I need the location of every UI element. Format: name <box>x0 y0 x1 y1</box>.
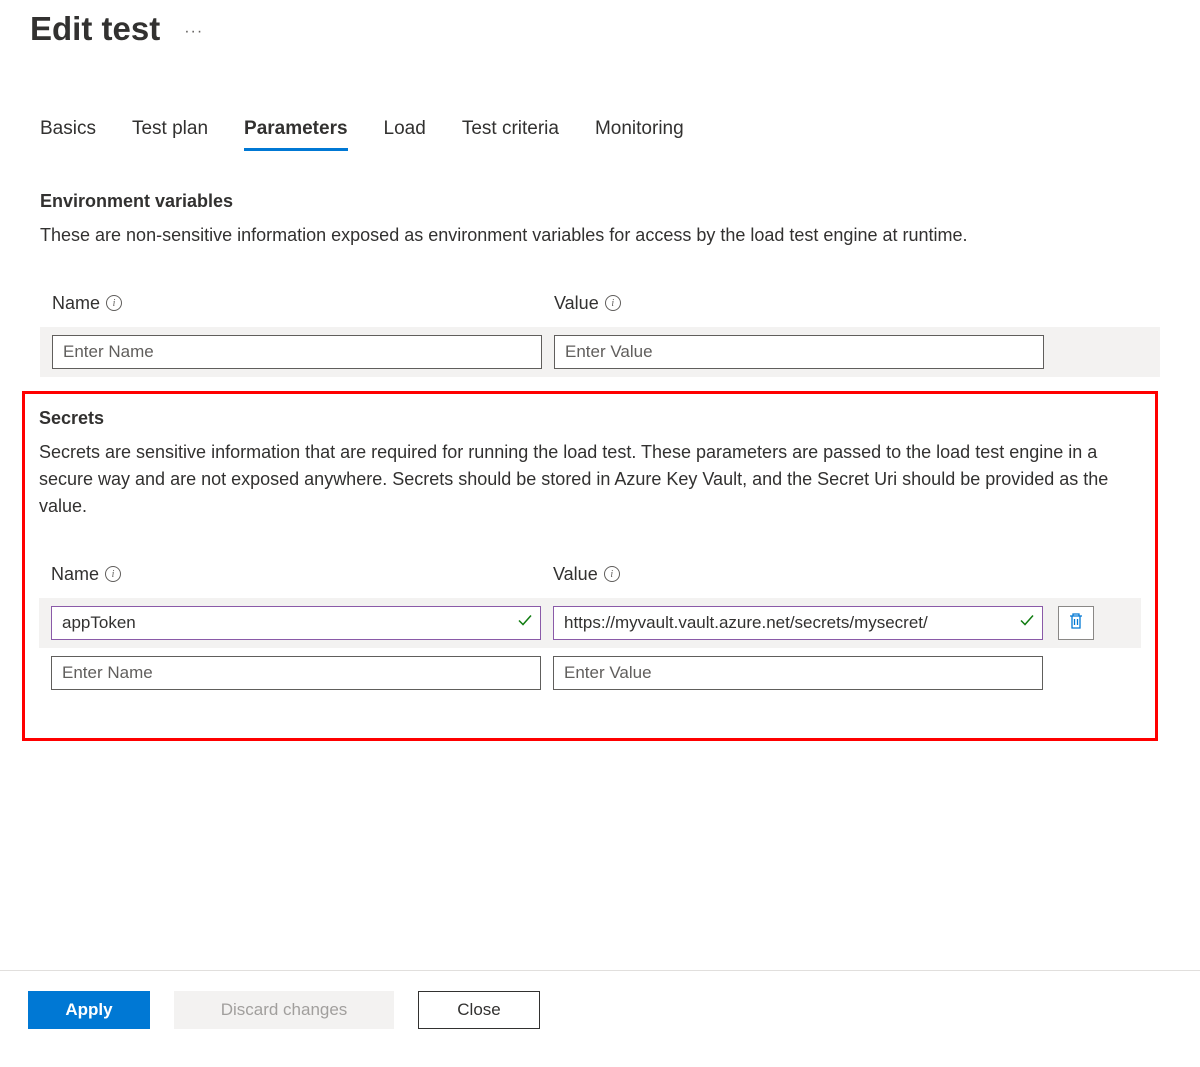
env-value-header: Value <box>554 293 599 314</box>
discard-changes-button[interactable]: Discard changes <box>174 991 394 1029</box>
tab-basics[interactable]: Basics <box>40 118 96 151</box>
tab-parameters[interactable]: Parameters <box>244 118 348 151</box>
info-icon[interactable]: i <box>605 295 621 311</box>
check-icon <box>1019 613 1035 634</box>
check-icon <box>517 613 533 634</box>
secrets-highlight-box: Secrets Secrets are sensitive informatio… <box>22 391 1158 741</box>
trash-icon <box>1068 612 1084 635</box>
footer-bar: Apply Discard changes Close <box>0 970 1200 1029</box>
apply-button[interactable]: Apply <box>28 991 150 1029</box>
env-name-input[interactable] <box>52 335 542 369</box>
tab-test-plan[interactable]: Test plan <box>132 118 208 151</box>
more-icon[interactable]: ··· <box>184 23 203 41</box>
secrets-description: Secrets are sensitive information that a… <box>39 439 1141 520</box>
env-vars-title: Environment variables <box>40 191 1160 212</box>
tab-load[interactable]: Load <box>384 118 426 151</box>
info-icon[interactable]: i <box>106 295 122 311</box>
env-vars-description: These are non-sensitive information expo… <box>40 222 1160 249</box>
secret-name-header: Name <box>51 564 99 585</box>
secret-value-header: Value <box>553 564 598 585</box>
secret-value-input-empty[interactable] <box>553 656 1043 690</box>
secret-value-input[interactable] <box>553 606 1043 640</box>
env-value-input[interactable] <box>554 335 1044 369</box>
secret-name-input[interactable] <box>51 606 541 640</box>
env-name-header: Name <box>52 293 100 314</box>
secret-name-input-empty[interactable] <box>51 656 541 690</box>
tab-test-criteria[interactable]: Test criteria <box>462 118 559 151</box>
page-title: Edit test <box>30 10 160 48</box>
delete-secret-button[interactable] <box>1058 606 1094 640</box>
secrets-title: Secrets <box>39 408 1141 429</box>
close-button[interactable]: Close <box>418 991 540 1029</box>
info-icon[interactable]: i <box>604 566 620 582</box>
tab-bar: Basics Test plan Parameters Load Test cr… <box>0 48 1200 151</box>
tab-monitoring[interactable]: Monitoring <box>595 118 684 151</box>
info-icon[interactable]: i <box>105 566 121 582</box>
